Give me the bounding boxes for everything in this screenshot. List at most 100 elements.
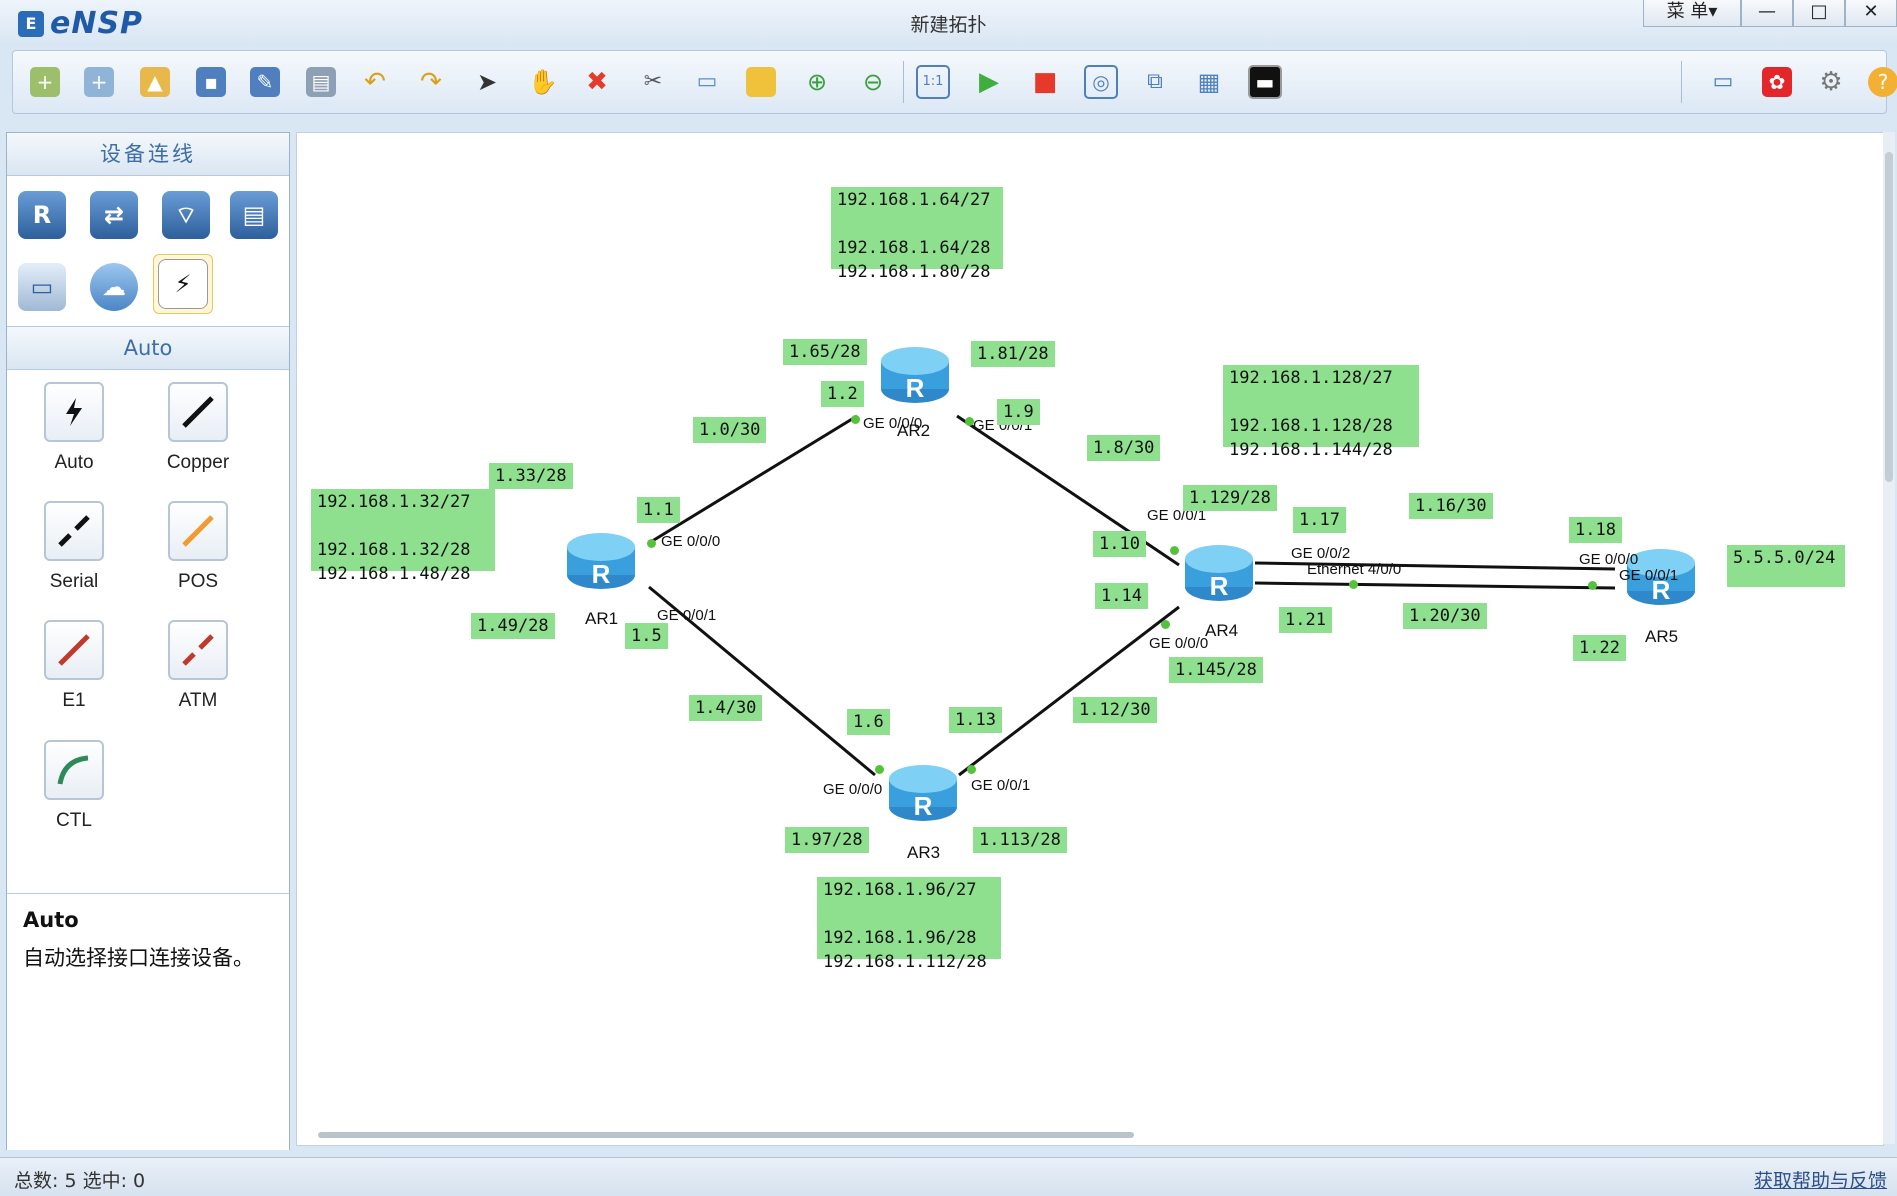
router-ar4-icon[interactable]: R: [1183, 543, 1255, 603]
ip-note[interactable]: 1.5: [625, 623, 668, 649]
switch-icon: ⇄: [90, 191, 138, 239]
cable-atm[interactable]: ATM: [143, 620, 253, 712]
wlan-icon: ⌔: [162, 191, 210, 239]
fit-button[interactable]: 1:1: [915, 64, 951, 100]
rectangle-icon: [746, 67, 776, 97]
note-ar3-subnets[interactable]: 192.168.1.96/27 192.168.1.96/28 192.168.…: [817, 877, 1001, 972]
ip-note[interactable]: 1.81/28: [971, 341, 1055, 367]
status-bar: 总数: 5 选中: 0 获取帮助与反馈: [0, 1157, 1897, 1196]
capture-button[interactable]: ◎: [1083, 64, 1119, 100]
ip-note[interactable]: 1.8/30: [1087, 435, 1161, 461]
message-button[interactable]: ▭: [1705, 64, 1741, 100]
new-topology-button[interactable]: +: [27, 64, 63, 100]
link-ar4-ar5-eth[interactable]: [1254, 581, 1616, 590]
horizontal-scrollbar[interactable]: [318, 1132, 1134, 1138]
router-ar3-icon[interactable]: R: [887, 763, 959, 823]
menu-button[interactable]: 菜 单▾: [1643, 0, 1741, 27]
note-ar2-subnets[interactable]: 192.168.1.64/27 192.168.1.64/28 192.168.…: [831, 187, 1003, 282]
delete-button[interactable]: ✖: [579, 64, 615, 100]
minimize-button[interactable]: —: [1741, 0, 1793, 27]
ip-note[interactable]: 1.49/28: [471, 613, 555, 639]
close-button[interactable]: ✕: [1845, 0, 1897, 27]
settings-button[interactable]: ⚙: [1813, 64, 1849, 100]
ip-note[interactable]: 1.97/28: [785, 827, 869, 853]
switch-category[interactable]: ⇄: [85, 186, 143, 244]
ctl-cable-icon: [44, 740, 104, 800]
vertical-scroll-thumb[interactable]: [1885, 152, 1893, 482]
cable-pos[interactable]: POS: [143, 501, 253, 593]
toolbar-separator-right: [1681, 61, 1682, 103]
rectangle-button[interactable]: [743, 64, 779, 100]
start-button[interactable]: ▶: [971, 64, 1007, 100]
redo-button[interactable]: ↷: [413, 64, 449, 100]
link-ar3-ar4[interactable]: [958, 605, 1180, 777]
cable-ctl[interactable]: CTL: [19, 740, 129, 832]
router-ar2-icon[interactable]: R: [879, 345, 951, 405]
ip-note[interactable]: 1.33/28: [489, 463, 573, 489]
ip-note[interactable]: 1.10: [1093, 531, 1146, 557]
ip-note[interactable]: 1.4/30: [689, 695, 763, 721]
open-button[interactable]: ▲: [137, 64, 173, 100]
ip-note[interactable]: 1.21: [1279, 607, 1332, 633]
cable-serial[interactable]: Serial: [19, 501, 129, 593]
ip-note[interactable]: 1.13: [949, 707, 1002, 733]
terminal-button[interactable]: ▬: [1247, 64, 1283, 100]
router-ar1-icon[interactable]: R: [565, 531, 637, 591]
cable-e1[interactable]: E1: [19, 620, 129, 712]
pc-category[interactable]: ▭: [13, 258, 71, 316]
ip-note[interactable]: 1.129/28: [1183, 485, 1277, 511]
ip-note[interactable]: 1.12/30: [1073, 697, 1157, 723]
grid-button[interactable]: ▦: [1191, 64, 1227, 100]
pos-cable-icon: [168, 501, 228, 561]
pan-button[interactable]: ✋: [525, 64, 561, 100]
ip-note[interactable]: 1.20/30: [1403, 603, 1487, 629]
e1-cable-icon: [44, 620, 104, 680]
ip-note[interactable]: 1.9: [997, 399, 1040, 425]
stop-button[interactable]: ■: [1027, 64, 1063, 100]
maximize-button[interactable]: □: [1793, 0, 1845, 27]
ip-note[interactable]: 1.16/30: [1409, 493, 1493, 519]
cable-copper[interactable]: Copper: [143, 382, 253, 474]
save-button[interactable]: ▪: [193, 64, 229, 100]
wlan-category[interactable]: ⌔: [157, 186, 215, 244]
interface-label: GE 0/0/0: [823, 781, 883, 798]
delete-link-button[interactable]: ✂: [635, 64, 671, 100]
text-button[interactable]: ▭: [689, 64, 725, 100]
cable-auto[interactable]: Auto: [19, 382, 129, 474]
topology-canvas[interactable]: R AR1 R AR2 R AR3 R AR4 R AR5 GE 0/0/0 G…: [296, 132, 1884, 1146]
ip-note[interactable]: 1.17: [1293, 507, 1346, 533]
topology-button[interactable]: ⧉: [1137, 64, 1173, 100]
note-ar4-subnets[interactable]: 192.168.1.128/27 192.168.1.128/28 192.16…: [1223, 365, 1419, 460]
vertical-scrollbar[interactable]: [1883, 132, 1895, 1144]
zoom-out-button[interactable]: ⊖: [855, 64, 891, 100]
delete-link-icon: ✂: [643, 69, 663, 94]
zoom-in-button[interactable]: ⊕: [799, 64, 835, 100]
print-button[interactable]: ▤: [303, 64, 339, 100]
ip-note[interactable]: 1.18: [1569, 517, 1622, 543]
ip-note[interactable]: 1.6: [847, 709, 890, 735]
note-ar5-net[interactable]: 5.5.5.0/24: [1727, 545, 1845, 587]
router-category[interactable]: R: [13, 186, 71, 244]
ip-note[interactable]: 1.113/28: [973, 827, 1067, 853]
window-title: 新建拓扑: [910, 14, 987, 36]
cable-category[interactable]: ⚡: [153, 254, 213, 314]
ip-note[interactable]: 1.65/28: [783, 339, 867, 365]
huawei-button[interactable]: ✿: [1759, 64, 1795, 100]
port-dot: [967, 765, 976, 774]
help-feedback-link[interactable]: 获取帮助与反馈: [1754, 1166, 1887, 1193]
new-lab-button[interactable]: +: [81, 64, 117, 100]
device-name-ar3: AR3: [907, 843, 941, 862]
note-ar1-subnets[interactable]: 192.168.1.32/27 192.168.1.32/28 192.168.…: [311, 489, 495, 584]
help-button[interactable]: ?: [1865, 64, 1897, 100]
ip-note[interactable]: 1.0/30: [693, 417, 767, 443]
select-button[interactable]: ➤: [469, 64, 505, 100]
ip-note[interactable]: 1.14: [1095, 583, 1148, 609]
ip-note[interactable]: 1.2: [821, 381, 864, 407]
undo-button[interactable]: ↶: [357, 64, 393, 100]
firewall-category[interactable]: ▤: [225, 186, 283, 244]
ip-note[interactable]: 1.22: [1573, 635, 1626, 661]
ip-note[interactable]: 1.145/28: [1169, 657, 1263, 683]
cloud-category[interactable]: ☁: [85, 258, 143, 316]
save-as-button[interactable]: ✎: [247, 64, 283, 100]
ip-note[interactable]: 1.1: [637, 497, 680, 523]
